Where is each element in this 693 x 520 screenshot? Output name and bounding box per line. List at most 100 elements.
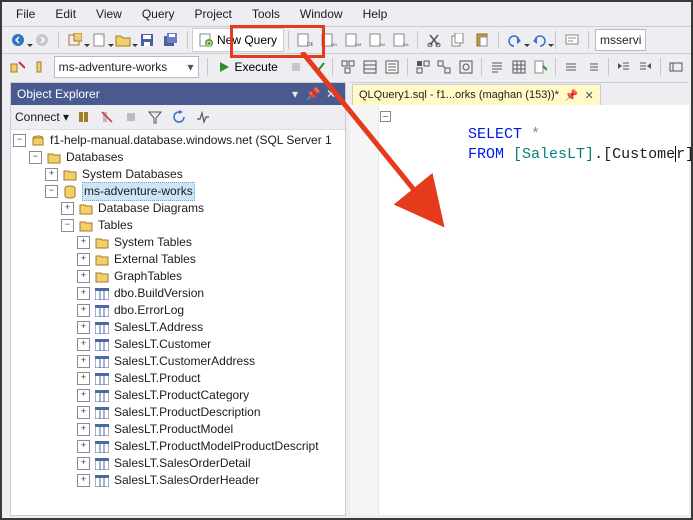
oe-connect-icon[interactable] xyxy=(72,106,94,128)
nav-forward-button[interactable] xyxy=(31,29,53,51)
results-to-grid-button[interactable] xyxy=(509,56,529,78)
code-fold-icon[interactable] xyxy=(380,111,391,122)
tree-node-table[interactable]: +SalesLT.Address xyxy=(13,319,345,336)
menu-tools[interactable]: Tools xyxy=(242,5,290,23)
tree-node-table[interactable]: +SalesLT.SalesOrderHeader xyxy=(13,472,345,489)
tree-node-table[interactable]: +SalesLT.ProductModelProductDescript xyxy=(13,438,345,455)
tree-node-table[interactable]: +SalesLT.ProductCategory xyxy=(13,387,345,404)
save-button[interactable] xyxy=(136,29,158,51)
specify-values-button[interactable] xyxy=(666,56,686,78)
available-databases-icon[interactable] xyxy=(29,56,49,78)
code-keyword: FROM xyxy=(468,146,504,163)
connection-indicator[interactable]: msservi xyxy=(595,29,646,51)
object-explorer-titlebar[interactable]: Object Explorer ▾ 📌 ✕ xyxy=(11,83,345,105)
database-selector[interactable]: ms-adventure-works ▾ xyxy=(54,56,199,78)
tree-node-userdb[interactable]: −ms-adventure-works xyxy=(13,183,345,200)
tree-node-sysdb[interactable]: +System Databases xyxy=(13,166,345,183)
table-icon xyxy=(94,473,110,489)
connect-dropdown[interactable]: Connect ▾ xyxy=(15,110,69,124)
increase-indent-button[interactable] xyxy=(636,56,656,78)
object-explorer-tree[interactable]: −f1-help-manual.database.windows.net (SQ… xyxy=(11,130,345,515)
menu-file[interactable]: File xyxy=(6,5,45,23)
dmx-query-button[interactable]: DMX xyxy=(342,29,364,51)
comment-button[interactable] xyxy=(561,56,581,78)
decrease-indent-button[interactable] xyxy=(614,56,634,78)
tree-node-graphtables[interactable]: +GraphTables xyxy=(13,268,345,285)
oe-disconnect-icon[interactable] xyxy=(96,106,118,128)
paste-button[interactable] xyxy=(471,29,493,51)
new-project-button[interactable] xyxy=(64,29,86,51)
find-button[interactable] xyxy=(561,29,583,51)
close-tab-icon[interactable]: ✕ xyxy=(585,89,594,102)
table-icon xyxy=(94,422,110,438)
pin-icon[interactable]: 📌 xyxy=(305,87,321,101)
uncomment-button[interactable] xyxy=(583,56,603,78)
results-to-text-button[interactable] xyxy=(487,56,507,78)
svg-text:MDX: MDX xyxy=(331,42,337,47)
folder-icon xyxy=(94,269,110,285)
query-options-button[interactable] xyxy=(360,56,380,78)
oe-refresh-icon[interactable] xyxy=(168,106,190,128)
oe-filter-icon[interactable] xyxy=(144,106,166,128)
editor-tab[interactable]: QLQuery1.sql - f1...orks (maghan (153))*… xyxy=(352,84,601,105)
open-button[interactable] xyxy=(112,29,134,51)
window-position-icon[interactable]: ▾ xyxy=(287,87,303,101)
menu-help[interactable]: Help xyxy=(353,5,398,23)
tree-node-table[interactable]: +SalesLT.Product xyxy=(13,370,345,387)
oe-activity-icon[interactable] xyxy=(192,106,214,128)
tree-node-table[interactable]: +SalesLT.ProductModel xyxy=(13,421,345,438)
nav-back-button[interactable] xyxy=(7,29,29,51)
copy-button[interactable] xyxy=(447,29,469,51)
xmla-query-button[interactable]: XML xyxy=(366,29,388,51)
execute-button[interactable]: Execute xyxy=(211,56,284,78)
tree-node-table[interactable]: +dbo.ErrorLog xyxy=(13,302,345,319)
tree-node-table[interactable]: +SalesLT.Customer xyxy=(13,336,345,353)
dax-query-button[interactable]: DAX xyxy=(390,29,412,51)
menu-view[interactable]: View xyxy=(86,5,132,23)
editor-tab-strip: QLQuery1.sql - f1...orks (maghan (153))*… xyxy=(350,83,689,105)
close-icon[interactable]: ✕ xyxy=(323,87,339,101)
table-icon xyxy=(94,405,110,421)
folder-icon xyxy=(94,252,110,268)
tree-node-table[interactable]: +SalesLT.ProductDescription xyxy=(13,404,345,421)
chevron-down-icon: ▾ xyxy=(188,60,194,74)
live-stats-button[interactable] xyxy=(434,56,454,78)
svg-text:XML: XML xyxy=(379,42,385,47)
tree-node-tables[interactable]: −Tables xyxy=(13,217,345,234)
menu-query[interactable]: Query xyxy=(132,5,185,23)
oe-stop-icon[interactable] xyxy=(120,106,142,128)
tree-node-diagrams[interactable]: +Database Diagrams xyxy=(13,200,345,217)
client-stats-button[interactable] xyxy=(456,56,476,78)
menu-edit[interactable]: Edit xyxy=(45,5,86,23)
save-all-button[interactable] xyxy=(160,29,182,51)
intellisense-button[interactable] xyxy=(382,56,402,78)
tree-node-exttables[interactable]: +External Tables xyxy=(13,251,345,268)
svg-text:DAX: DAX xyxy=(403,42,409,47)
pin-icon[interactable]: 📌 xyxy=(565,89,579,102)
code-editor[interactable]: SELECT * FROM [SalesLT].[Customer] xyxy=(350,105,689,515)
folder-icon xyxy=(62,167,78,183)
menu-bar: File Edit View Query Project Tools Windo… xyxy=(2,2,691,26)
menu-window[interactable]: Window xyxy=(290,5,353,23)
undo-button[interactable] xyxy=(504,29,526,51)
new-file-button[interactable] xyxy=(88,29,110,51)
change-connection-button[interactable] xyxy=(7,56,27,78)
tree-node-table[interactable]: +SalesLT.CustomerAddress xyxy=(13,353,345,370)
tree-node-server[interactable]: −f1-help-manual.database.windows.net (SQ… xyxy=(13,132,345,149)
table-icon xyxy=(94,371,110,387)
tree-node-databases[interactable]: −Databases xyxy=(13,149,345,166)
parse-button[interactable] xyxy=(308,56,328,78)
tree-node-systables[interactable]: +System Tables xyxy=(13,234,345,251)
object-explorer-toolbar: Connect ▾ xyxy=(11,105,345,130)
menu-project[interactable]: Project xyxy=(185,5,242,23)
database-selector-value: ms-adventure-works xyxy=(59,60,168,74)
include-plan-button[interactable] xyxy=(413,56,433,78)
display-plan-button[interactable] xyxy=(338,56,358,78)
folder-icon xyxy=(78,218,94,234)
cut-button[interactable] xyxy=(423,29,445,51)
redo-button[interactable] xyxy=(528,29,550,51)
cancel-query-button[interactable] xyxy=(286,56,306,78)
tree-node-table[interactable]: +dbo.BuildVersion xyxy=(13,285,345,302)
tree-node-table[interactable]: +SalesLT.SalesOrderDetail xyxy=(13,455,345,472)
results-to-file-button[interactable] xyxy=(531,56,551,78)
